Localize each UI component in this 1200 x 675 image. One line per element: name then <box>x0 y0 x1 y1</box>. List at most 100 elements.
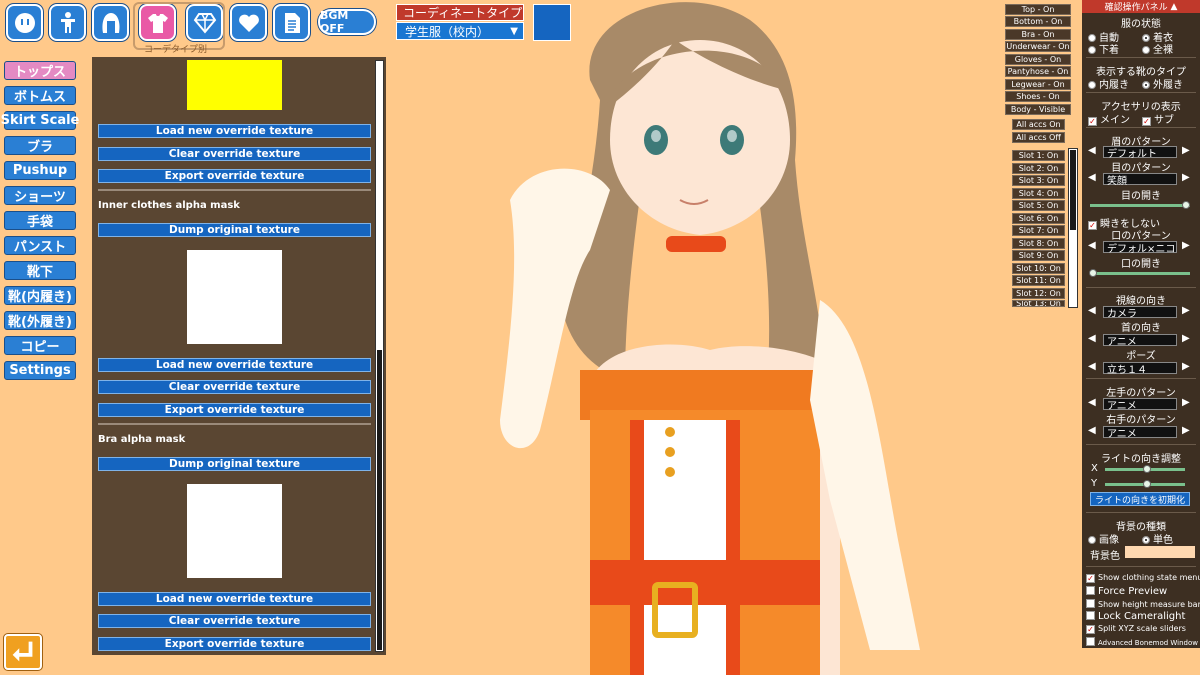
slot-item[interactable]: Slot 12: On <box>1012 288 1065 299</box>
bg-color-swatch[interactable] <box>1125 546 1195 558</box>
prev-arrow-icon[interactable]: ◀ <box>1088 425 1096 436</box>
checkbox-adv-bonemod[interactable]: Advanced Bonemod Window <box>1086 637 1198 647</box>
export-override-button[interactable]: Export override texture <box>98 169 371 183</box>
document-icon[interactable] <box>273 4 310 41</box>
checkbox-show-clothing-menu[interactable]: ✓ Show clothing state menu <box>1086 573 1200 583</box>
radio-nude[interactable]: 全裸 <box>1142 41 1173 56</box>
checkbox-split-xyz[interactable]: ✓ Split XYZ scale sliders <box>1086 624 1186 634</box>
checkbox-force-preview[interactable]: Force Preview <box>1086 586 1167 597</box>
heart-icon[interactable] <box>230 4 267 41</box>
radio-bg-solid[interactable]: 単色 <box>1142 531 1173 546</box>
state-gloves[interactable]: Gloves - On <box>1005 54 1071 65</box>
state-legwear[interactable]: Legwear - On <box>1005 79 1071 90</box>
state-bra[interactable]: Bra - On <box>1005 29 1071 40</box>
light-y-knob[interactable] <box>1143 480 1151 488</box>
menu-pushup[interactable]: Pushup <box>4 161 76 180</box>
next-arrow-icon[interactable]: ▶ <box>1182 145 1190 156</box>
slot-item[interactable]: Slot 13: On <box>1012 300 1065 307</box>
body-icon[interactable] <box>49 4 86 41</box>
next-arrow-icon[interactable]: ▶ <box>1182 397 1190 408</box>
clear-override-button[interactable]: Clear override texture <box>98 147 371 161</box>
eye-open-slider[interactable] <box>1090 204 1190 207</box>
slot-item[interactable]: Slot 2: On <box>1012 163 1065 174</box>
next-arrow-icon[interactable]: ▶ <box>1182 425 1190 436</box>
menu-copy[interactable]: コピー <box>4 336 76 355</box>
menu-tops[interactable]: トップス <box>4 61 76 80</box>
slot-item[interactable]: Slot 5: On <box>1012 200 1065 211</box>
dump-original-button[interactable]: Dump original texture <box>98 457 371 471</box>
radio-bg-image[interactable]: 画像 <box>1088 531 1119 546</box>
gaze-value: カメラ <box>1103 306 1177 320</box>
state-bottom[interactable]: Bottom - On <box>1005 16 1071 27</box>
state-shoes[interactable]: Shoes - On <box>1005 91 1071 102</box>
prev-arrow-icon[interactable]: ◀ <box>1088 333 1096 344</box>
clear-override-button[interactable]: Clear override texture <box>98 380 371 394</box>
panel-scroll-thumb[interactable] <box>377 350 382 650</box>
slot-item[interactable]: Slot 4: On <box>1012 188 1065 199</box>
prev-arrow-icon[interactable]: ◀ <box>1088 305 1096 316</box>
light-x-label: X <box>1091 463 1098 474</box>
slot-scroll-thumb[interactable] <box>1070 150 1076 230</box>
mouth-open-slider[interactable] <box>1090 272 1190 275</box>
export-override-button[interactable]: Export override texture <box>98 637 371 651</box>
hair-icon[interactable] <box>92 4 129 41</box>
next-arrow-icon[interactable]: ▶ <box>1182 172 1190 183</box>
mouth-open-knob[interactable] <box>1089 269 1097 277</box>
prev-arrow-icon[interactable]: ◀ <box>1088 240 1096 251</box>
next-arrow-icon[interactable]: ▶ <box>1182 240 1190 251</box>
menu-indoor-shoes[interactable]: 靴(内履き) <box>4 286 76 305</box>
state-underwear[interactable]: Underwear - On <box>1005 41 1071 52</box>
radio-underwear[interactable]: 下着 <box>1088 41 1119 56</box>
menu-gloves[interactable]: 手袋 <box>4 211 76 230</box>
radio-outdoor[interactable]: 外履き <box>1142 76 1183 91</box>
menu-pantyhose[interactable]: パンスト <box>4 236 76 255</box>
checkbox-sub[interactable]: ✓ サブ <box>1142 111 1174 126</box>
menu-settings[interactable]: Settings <box>4 361 76 380</box>
slot-item[interactable]: Slot 3: On <box>1012 175 1065 186</box>
next-arrow-icon[interactable]: ▶ <box>1182 333 1190 344</box>
checkbox-main[interactable]: ✓ メイン <box>1088 111 1130 126</box>
prev-arrow-icon[interactable]: ◀ <box>1088 172 1096 183</box>
load-override-button[interactable]: Load new override texture <box>98 124 371 138</box>
slot-item[interactable]: Slot 9: On <box>1012 250 1065 261</box>
export-override-button[interactable]: Export override texture <box>98 403 371 417</box>
menu-bra[interactable]: ブラ <box>4 136 76 155</box>
menu-outdoor-shoes[interactable]: 靴(外履き) <box>4 311 76 330</box>
reset-light-button[interactable]: ライトの向きを初期化 <box>1090 492 1190 506</box>
menu-socks[interactable]: 靴下 <box>4 261 76 280</box>
slot-item[interactable]: Slot 10: On <box>1012 263 1065 274</box>
back-icon[interactable] <box>4 634 42 670</box>
radio-indoor[interactable]: 内履き <box>1088 76 1129 91</box>
state-pantyhose[interactable]: Pantyhose - On <box>1005 66 1071 77</box>
menu-shorts[interactable]: ショーツ <box>4 186 76 205</box>
coord-type-dropdown[interactable]: 学生服（校内） ▼ <box>396 22 524 40</box>
coord-category-label: コーデタイプ別 <box>144 45 208 55</box>
slot-item[interactable]: Slot 7: On <box>1012 225 1065 236</box>
menu-skirt-scale[interactable]: Skirt Scale <box>1 111 79 130</box>
all-accs-on-button[interactable]: All accs On <box>1012 119 1065 130</box>
light-x-knob[interactable] <box>1143 465 1151 473</box>
coord-color-swatch[interactable] <box>533 4 571 41</box>
clear-override-button[interactable]: Clear override texture <box>98 614 371 628</box>
bgm-toggle-button[interactable]: BGM OFF <box>318 9 376 35</box>
checkbox-show-height[interactable]: Show height measure bar <box>1086 599 1200 609</box>
prev-arrow-icon[interactable]: ◀ <box>1088 361 1096 372</box>
next-arrow-icon[interactable]: ▶ <box>1182 361 1190 372</box>
load-override-button[interactable]: Load new override texture <box>98 358 371 372</box>
prev-arrow-icon[interactable]: ◀ <box>1088 145 1096 156</box>
checkbox-lock-light[interactable]: Lock Cameralight <box>1086 611 1185 622</box>
prev-arrow-icon[interactable]: ◀ <box>1088 397 1096 408</box>
face-icon[interactable] <box>6 4 43 41</box>
menu-bottoms[interactable]: ボトムス <box>4 86 76 105</box>
slot-item[interactable]: Slot 1: On <box>1012 150 1065 161</box>
dump-original-button[interactable]: Dump original texture <box>98 223 371 237</box>
slot-item[interactable]: Slot 11: On <box>1012 275 1065 286</box>
slot-item[interactable]: Slot 8: On <box>1012 238 1065 249</box>
load-override-button[interactable]: Load new override texture <box>98 592 371 606</box>
next-arrow-icon[interactable]: ▶ <box>1182 305 1190 316</box>
state-body[interactable]: Body - Visible <box>1005 104 1071 115</box>
slot-item[interactable]: Slot 6: On <box>1012 213 1065 224</box>
state-top[interactable]: Top - On <box>1005 4 1071 15</box>
all-accs-off-button[interactable]: All accs Off <box>1012 132 1065 143</box>
eye-open-knob[interactable] <box>1182 201 1190 209</box>
